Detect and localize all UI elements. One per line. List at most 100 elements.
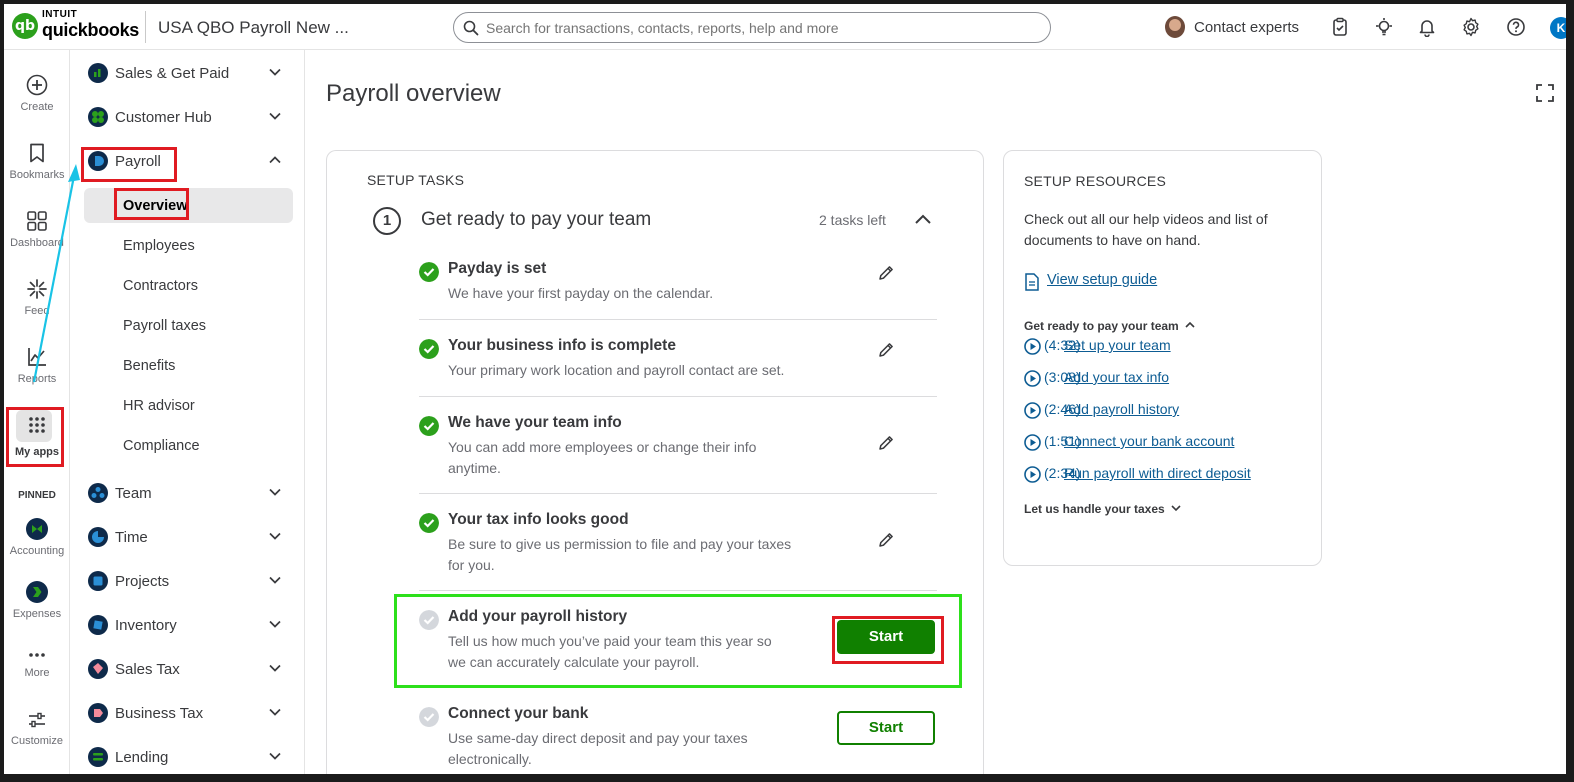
- user-avatar[interactable]: K: [1550, 17, 1566, 39]
- video-title[interactable]: Add payroll history: [1064, 401, 1179, 417]
- annotation-highlight-my-apps: [6, 407, 64, 467]
- chevron-down-icon: [269, 752, 281, 760]
- task-description: Your primary work location and payroll c…: [448, 362, 785, 378]
- rail-reports[interactable]: Reports: [4, 346, 70, 385]
- sliders-icon: [29, 712, 45, 728]
- quickbooks-logo[interactable]: INTUIT quickbooks: [42, 10, 140, 40]
- task-title: Your tax info looks good: [448, 511, 629, 528]
- rail-bookmarks-label: Bookmarks: [9, 169, 65, 181]
- gear-icon[interactable]: [1461, 17, 1481, 37]
- rail-dashboard-label: Dashboard: [10, 237, 64, 249]
- nav-item-time[interactable]: Time: [72, 519, 305, 555]
- feed-sparkle-icon: [27, 279, 47, 299]
- nav-item-projects[interactable]: Projects: [72, 563, 305, 599]
- view-setup-guide-label[interactable]: View setup guide: [1047, 272, 1157, 288]
- task-description: We have your first payday on the calenda…: [448, 285, 714, 301]
- sub-item-benefits[interactable]: Benefits: [123, 358, 175, 374]
- task-title: Payday is set: [448, 260, 547, 277]
- sub-item-compliance[interactable]: Compliance: [123, 438, 200, 454]
- rail-accounting[interactable]: Accounting: [4, 518, 70, 557]
- pending-check-circle-icon: [419, 707, 439, 727]
- play-circle-icon: [1024, 402, 1041, 419]
- checklist-icon[interactable]: [1330, 17, 1350, 37]
- video-title[interactable]: Run payroll with direct deposit: [1064, 465, 1251, 481]
- rail-accounting-label: Accounting: [9, 545, 65, 557]
- video-title[interactable]: Set up your team: [1064, 337, 1171, 353]
- rail-bookmarks[interactable]: Bookmarks: [4, 142, 70, 181]
- nav-item-business-tax[interactable]: Business Tax: [72, 695, 305, 731]
- rail-create-label: Create: [20, 101, 54, 113]
- rail-reports-label: Reports: [17, 373, 57, 385]
- pencil-edit-icon[interactable]: [877, 264, 895, 282]
- resources-section-label: Get ready to pay your team: [1024, 319, 1179, 333]
- step-title: Get ready to pay your team: [421, 209, 652, 230]
- search-input[interactable]: [486, 17, 1036, 39]
- nav-item-inventory[interactable]: Inventory: [72, 607, 305, 643]
- pencil-edit-icon[interactable]: [877, 434, 895, 452]
- expand-fullscreen-icon[interactable]: [1535, 83, 1555, 103]
- chevron-down-icon: [269, 532, 281, 540]
- play-circle-icon: [1024, 338, 1041, 355]
- chevron-down-icon: [269, 576, 281, 584]
- task-title: Connect your bank: [448, 705, 589, 722]
- chevron-down-icon: [269, 488, 281, 496]
- rail-more[interactable]: More: [4, 648, 70, 679]
- plus-circle-icon: [26, 74, 48, 96]
- sub-item-hr-advisor[interactable]: HR advisor: [123, 398, 195, 414]
- rail-expenses[interactable]: Expenses: [4, 581, 70, 620]
- nav-item-team[interactable]: Team: [72, 475, 305, 511]
- nav-item-sales-tax[interactable]: Sales Tax: [72, 651, 305, 687]
- nav-label: Inventory: [115, 617, 177, 634]
- accounting-icon: [26, 518, 48, 540]
- search-box[interactable]: [453, 12, 1051, 43]
- chevron-up-icon: [269, 156, 281, 164]
- resources-section-taxes[interactable]: Let us handle your taxes: [1024, 502, 1181, 516]
- nav-label: Sales Tax: [115, 661, 180, 678]
- task-description: You can add more employees or change the…: [448, 439, 757, 476]
- sales-tax-icon: [88, 659, 108, 679]
- nav-label: Sales & Get Paid: [115, 65, 230, 82]
- nav-item-lending[interactable]: Lending: [72, 739, 305, 774]
- chevron-up-icon[interactable]: [914, 211, 932, 229]
- rail-pinned-header: PINNED: [18, 490, 56, 501]
- nav-item-sales-get-paid[interactable]: Sales & Get Paid: [72, 55, 305, 91]
- task-description: Use same-day direct deposit and pay your…: [448, 730, 748, 767]
- quickbooks-logo-icon[interactable]: qb: [12, 13, 38, 39]
- logo-quickbooks-text: quickbooks: [42, 20, 140, 40]
- check-circle-icon: [419, 339, 439, 359]
- company-name[interactable]: USA QBO Payroll New ...: [158, 18, 349, 38]
- nav-label: Customer Hub: [115, 109, 212, 126]
- task-description: Be sure to give us permission to file an…: [448, 536, 792, 573]
- team-icon: [88, 483, 108, 503]
- inventory-icon: [88, 615, 108, 635]
- nav-label: Projects: [115, 573, 170, 590]
- rail-customize[interactable]: Customize: [4, 710, 70, 747]
- nav-item-customer-hub[interactable]: Customer Hub: [72, 99, 305, 135]
- annotation-highlight-start: [832, 616, 944, 664]
- lightbulb-icon[interactable]: [1374, 17, 1394, 37]
- rail-customize-label: Customize: [11, 735, 63, 747]
- contact-experts-button[interactable]: Contact experts: [1194, 19, 1299, 36]
- help-icon[interactable]: [1506, 17, 1526, 37]
- resources-section-pay-team[interactable]: Get ready to pay your team: [1024, 319, 1195, 333]
- app-window: qb INTUIT quickbooks USA QBO Payroll New…: [4, 4, 1566, 774]
- nav-panel: Sales & Get Paid Customer Hub Payroll Ov…: [72, 50, 305, 774]
- pencil-edit-icon[interactable]: [877, 341, 895, 359]
- video-title[interactable]: Add your tax info: [1064, 369, 1169, 385]
- rail-feed[interactable]: Feed: [4, 278, 70, 317]
- setup-tasks-header: SETUP TASKS: [367, 172, 465, 188]
- nav-label: Lending: [115, 749, 169, 766]
- bell-icon[interactable]: [1417, 17, 1437, 37]
- sub-item-contractors[interactable]: Contractors: [123, 278, 198, 294]
- start-connect-bank-button[interactable]: Start: [837, 711, 935, 745]
- video-title[interactable]: Connect your bank account: [1064, 433, 1234, 449]
- sub-item-payroll-taxes[interactable]: Payroll taxes: [123, 318, 206, 334]
- rail-create[interactable]: Create: [4, 74, 70, 113]
- task-divider: [419, 396, 937, 397]
- sub-item-employees[interactable]: Employees: [123, 238, 195, 254]
- rail-dashboard[interactable]: Dashboard: [4, 210, 70, 249]
- check-circle-icon: [419, 416, 439, 436]
- customer-hub-icon: [88, 107, 108, 127]
- resources-section-label: Let us handle your taxes: [1024, 502, 1165, 516]
- pencil-edit-icon[interactable]: [877, 531, 895, 549]
